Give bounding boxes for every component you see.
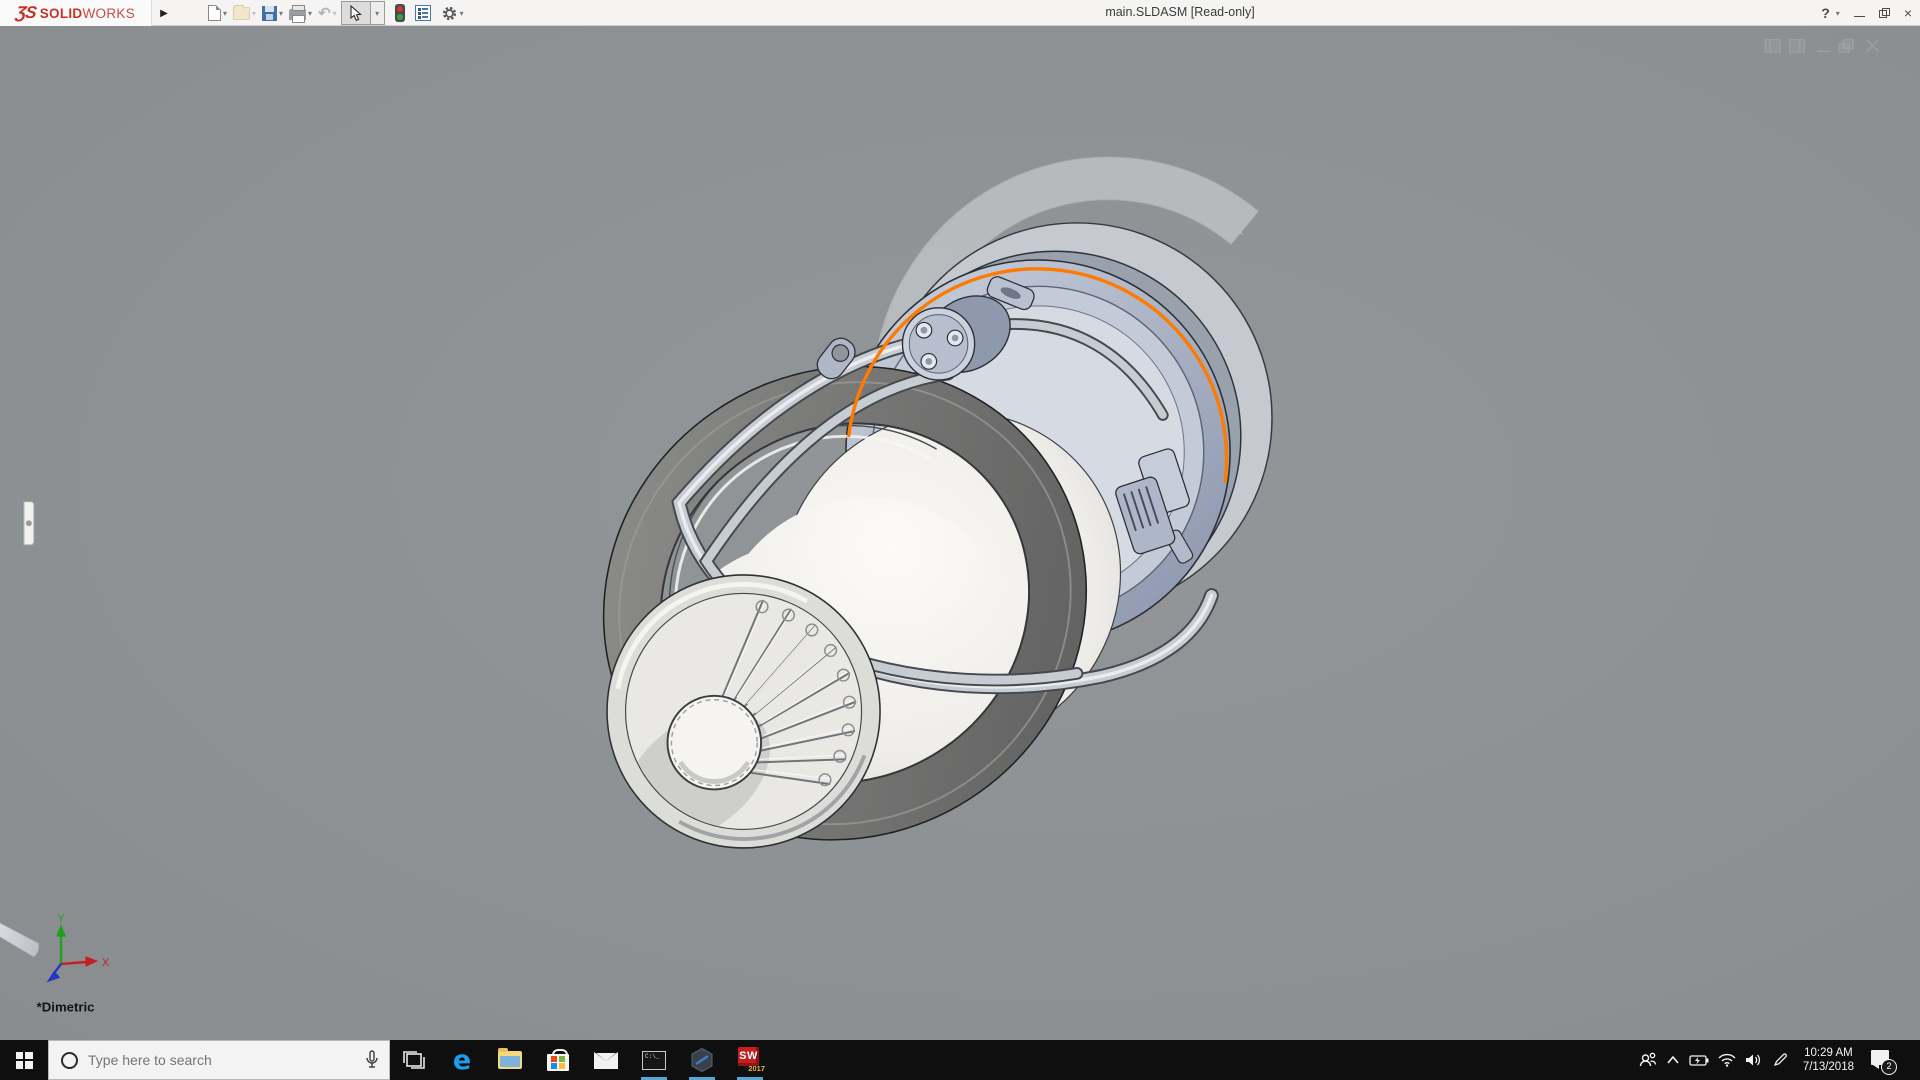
child-window-controls bbox=[1765, 40, 1878, 53]
graphics-viewport[interactable]: Y X *Dimetric bbox=[0, 26, 1920, 1040]
properties-list-icon bbox=[415, 5, 431, 21]
hex-app-button[interactable] bbox=[678, 1040, 726, 1080]
mail-icon bbox=[594, 1052, 618, 1069]
triad-y-label: Y bbox=[57, 913, 64, 925]
tray-date: 7/13/2018 bbox=[1803, 1060, 1854, 1074]
solidworks-window: ƷS SOLIDWORKS ▶ ▾ ▾ ▾ ▾ ↶▾ ▾ ▾ main.SLDA… bbox=[0, 0, 1920, 1080]
action-center-button[interactable]: 2 bbox=[1869, 1047, 1895, 1073]
close-button[interactable]: × bbox=[1904, 5, 1912, 21]
quick-access-toolbar: ▾ ▾ ▾ ▾ ↶▾ ▾ ▾ bbox=[206, 0, 466, 26]
chevron-up-icon[interactable] bbox=[1666, 1055, 1680, 1065]
dropdown-caret-icon: ▾ bbox=[333, 9, 337, 18]
dropdown-caret-icon[interactable]: ▾ bbox=[308, 9, 312, 18]
edge-icon: e bbox=[453, 1047, 471, 1074]
pane-right-icon[interactable] bbox=[1790, 40, 1805, 53]
reference-triad: Y X bbox=[46, 913, 109, 982]
solidworks-2017-button[interactable]: SW 2017 bbox=[726, 1040, 774, 1080]
gear-icon bbox=[441, 5, 458, 22]
solidworks-mark-icon: ƷS bbox=[15, 3, 38, 23]
help-dropdown-caret-icon[interactable]: ▾ bbox=[1836, 9, 1840, 18]
child-close-icon[interactable] bbox=[1867, 40, 1879, 52]
windows-taskbar: e C:\_ SW 2017 bbox=[0, 1040, 1920, 1080]
tray-time: 10:29 AM bbox=[1803, 1046, 1854, 1060]
mail-button[interactable] bbox=[582, 1040, 630, 1080]
menu-flyout-arrow[interactable]: ▶ bbox=[156, 3, 172, 23]
document-title: main.SLDASM [Read-only] bbox=[1060, 5, 1300, 19]
minimize-button[interactable] bbox=[1854, 16, 1865, 17]
open-document-button[interactable]: ▾ bbox=[231, 1, 258, 25]
engine-assembly-model[interactable]: Y X *Dimetric bbox=[0, 26, 1920, 1040]
tray-clock[interactable]: 10:29 AM 7/13/2018 bbox=[1797, 1046, 1860, 1074]
triad-x-label: X bbox=[102, 957, 109, 969]
people-icon[interactable] bbox=[1639, 1051, 1657, 1069]
undo-button[interactable]: ↶▾ bbox=[316, 1, 339, 25]
volume-icon[interactable] bbox=[1745, 1053, 1763, 1067]
save-button[interactable]: ▾ bbox=[260, 1, 285, 25]
windows-logo-icon bbox=[16, 1052, 33, 1069]
feature-panel-tab[interactable] bbox=[24, 502, 34, 545]
edge-button[interactable]: e bbox=[438, 1040, 486, 1080]
open-folder-icon bbox=[233, 7, 250, 20]
hex-app-icon bbox=[689, 1047, 715, 1073]
save-floppy-icon bbox=[262, 6, 277, 21]
solidworks-2017-icon: SW 2017 bbox=[737, 1047, 763, 1073]
options-button[interactable]: ▾ bbox=[439, 1, 466, 25]
search-input[interactable] bbox=[88, 1052, 338, 1068]
help-button[interactable]: ? bbox=[1821, 5, 1830, 21]
store-icon bbox=[547, 1054, 569, 1071]
view-orientation-label: *Dimetric bbox=[37, 1000, 95, 1015]
pen-icon[interactable] bbox=[1772, 1052, 1788, 1068]
file-explorer-button[interactable] bbox=[486, 1040, 534, 1080]
system-tray: 10:29 AM 7/13/2018 2 bbox=[1639, 1040, 1920, 1080]
print-button[interactable]: ▾ bbox=[287, 1, 314, 25]
dropdown-caret-icon[interactable]: ▾ bbox=[460, 9, 464, 18]
task-view-icon bbox=[402, 1049, 426, 1071]
dropdown-caret-icon[interactable]: ▾ bbox=[223, 9, 227, 18]
traffic-light-icon bbox=[395, 4, 405, 22]
microphone-icon[interactable] bbox=[365, 1050, 379, 1075]
evaluate-list-button[interactable] bbox=[413, 1, 433, 25]
file-explorer-icon bbox=[498, 1051, 522, 1069]
view-traffic-light-button[interactable] bbox=[393, 1, 407, 25]
pane-left-icon[interactable] bbox=[1765, 40, 1780, 53]
dropdown-caret-icon[interactable]: ▾ bbox=[279, 9, 283, 18]
solidworks-logo: ƷS SOLIDWORKS bbox=[0, 0, 152, 26]
taskbar-search[interactable] bbox=[48, 1040, 390, 1080]
command-prompt-button[interactable]: C:\_ bbox=[630, 1040, 678, 1080]
print-icon bbox=[289, 9, 306, 20]
store-button[interactable] bbox=[534, 1040, 582, 1080]
wifi-icon[interactable] bbox=[1718, 1053, 1736, 1067]
new-document-button[interactable]: ▾ bbox=[206, 1, 229, 25]
brand-bold: SOLID bbox=[40, 6, 83, 21]
undo-arrow-icon: ↶ bbox=[318, 6, 331, 21]
brand-light: WORKS bbox=[83, 6, 136, 21]
restore-button[interactable] bbox=[1879, 8, 1890, 18]
start-button[interactable] bbox=[0, 1040, 48, 1080]
child-restore-icon[interactable] bbox=[1839, 40, 1853, 53]
nozzle-center-hole[interactable] bbox=[668, 696, 762, 790]
task-view-button[interactable] bbox=[390, 1040, 438, 1080]
battery-icon[interactable] bbox=[1689, 1054, 1709, 1066]
window-controls: ? ▾ × bbox=[1821, 0, 1912, 26]
dropdown-caret-icon: ▾ bbox=[252, 9, 256, 18]
notification-badge: 2 bbox=[1881, 1059, 1897, 1075]
command-prompt-icon: C:\_ bbox=[642, 1051, 666, 1070]
select-tool-button[interactable]: ▾ bbox=[341, 1, 385, 25]
select-cursor-icon bbox=[341, 1, 371, 25]
cortana-icon bbox=[61, 1052, 78, 1069]
new-document-icon bbox=[208, 5, 221, 21]
select-dropdown[interactable]: ▾ bbox=[371, 1, 385, 25]
title-bar: ƷS SOLIDWORKS ▶ ▾ ▾ ▾ ▾ ↶▾ ▾ ▾ main.SLDA… bbox=[0, 0, 1920, 26]
